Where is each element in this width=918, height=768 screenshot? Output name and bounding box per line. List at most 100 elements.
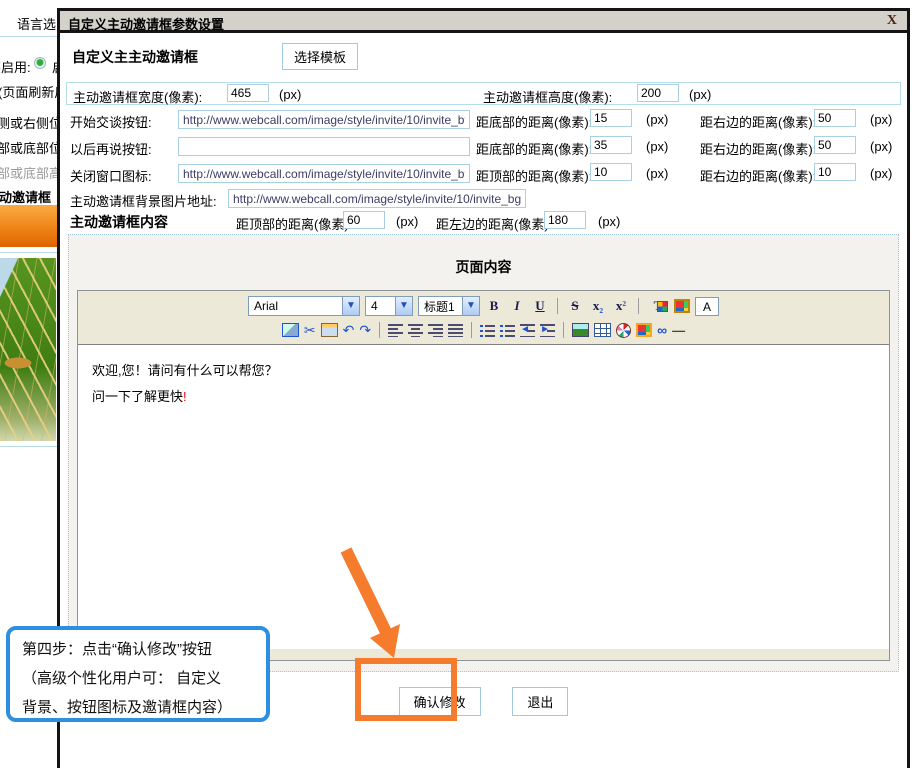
paragraph-style-select[interactable]: 标题1 ▼ [418,296,480,316]
cut-icon[interactable]: ✂ [304,322,316,339]
close-icon[interactable]: X [887,13,897,29]
bottom-distance-label: 距底部的距离(像素): [476,112,592,131]
right-distance-input[interactable] [814,163,856,181]
editor-line-2-exclamation: ! [183,389,187,404]
toolbar-separator [379,322,380,338]
numbered-list-icon[interactable] [480,324,495,337]
background-image-url-input[interactable] [228,189,526,208]
strikethrough-button[interactable]: S [566,298,584,314]
highlight-color-button[interactable] [674,299,690,313]
font-dialog-button[interactable]: A [695,297,719,316]
close-icon-url-input[interactable] [178,164,470,183]
chevron-down-icon: ▼ [462,297,479,315]
indent-icon[interactable] [540,324,555,337]
orange-banner [0,205,57,247]
superscript-button[interactable]: x2 [612,298,630,314]
width-label: 主动邀请框宽度(像素): [73,87,202,106]
width-input[interactable] [227,84,269,102]
subscript-button[interactable]: x2 [589,298,607,315]
font-family-value: Arial [254,299,278,313]
px-unit: (px) [870,166,892,181]
px-unit: (px) [646,139,668,154]
bold-button[interactable]: B [485,298,503,314]
later-button-url-input[interactable] [178,137,470,156]
redo-icon[interactable]: ↷ [359,322,371,339]
editor-content-area[interactable]: 欢迎,您！请问有什么可以帮您？ 问一下了解更快! [78,344,889,649]
insert-table-icon[interactable] [594,323,611,337]
divider [0,252,57,253]
enable-label-fragment: 不启用: [0,57,31,76]
font-size-select[interactable]: 4▼ [365,296,413,316]
undo-icon[interactable]: ↶ [343,322,355,339]
paragraph-style-value: 标题1 [424,298,455,315]
content-section-title: 主动邀请框内容 [70,212,168,232]
background-page-column: 语言选 不启用: 启 (页面刷新后 左侧或右侧位 顶部或底部位 顶部或底部高 主… [0,0,57,729]
insert-link-icon[interactable]: ∞ [657,322,667,338]
align-left-icon[interactable] [388,324,403,337]
step-instruction-callout: 第四步：点击“确认修改”按钮 （高级个性化用户可： 自定义 背景、按钮图标及邀请… [6,626,270,722]
font-family-select[interactable]: Arial ▼ [248,296,360,316]
content-settings-row: 主动邀请框内容 距顶部的距离(像素): (px) 距左边的距离(像素): (px… [66,210,906,234]
exit-button[interactable]: 退出 [512,687,568,716]
start-chat-url-input[interactable] [178,110,470,129]
radio-button-icon[interactable] [34,57,46,69]
bulleted-list-icon[interactable] [500,324,515,337]
align-right-icon[interactable] [428,324,443,337]
emoticon-icon[interactable] [616,323,631,338]
align-center-icon[interactable] [408,324,423,337]
content-left-distance-input[interactable] [544,211,586,229]
px-unit: (px) [646,112,668,127]
right-distance-label: 距右边的距离(像素): [700,139,816,158]
divider [0,446,57,447]
close-window-icon-label: 关闭窗口图标: [70,166,152,185]
top-distance-input[interactable] [590,163,632,181]
italic-button[interactable]: I [508,298,526,314]
height-label: 主动邀请框高度(像素): [483,87,612,106]
copy-icon[interactable] [282,323,299,337]
chevron-down-icon: ▼ [342,297,359,315]
dialog-titlebar[interactable]: 自定义主动邀请框参数设置 X [60,11,907,33]
editor-line-2-text: 问一下了解更快 [92,389,183,404]
content-top-distance-label: 距顶部的距离(像素): [236,214,352,233]
insert-flash-icon[interactable] [636,323,652,337]
paste-icon[interactable] [321,323,338,337]
bottom-distance-input[interactable] [590,136,632,154]
background-image-label: 主动邀请框背景图片地址: [70,191,217,210]
content-top-distance-input[interactable] [343,211,385,229]
chevron-down-icon: ▼ [395,297,412,315]
start-chat-label: 开始交谈按钮: [70,112,152,131]
later-button-row: 以后再说按钮: 距底部的距离(像素): (px) 距右边的距离(像素): (px… [66,135,906,162]
top-distance-label: 距顶部的距离(像素): [476,166,592,185]
callout-line-1: 第四步：点击“确认修改”按钮 [22,635,254,664]
confirm-modify-button[interactable]: 确认修改 [399,687,481,716]
font-size-value: 4 [371,299,378,313]
toolbar-separator [471,322,472,338]
lang-select-fragment: 语言选 [17,14,56,33]
px-unit: (px) [279,87,301,102]
toolbar-separator [638,298,639,314]
side-position-fragment: 左侧或右侧位 [0,113,57,132]
px-unit: (px) [396,214,418,229]
underline-button[interactable]: U [531,298,549,314]
outdent-icon[interactable] [520,324,535,337]
right-distance-label: 距右边的距离(像素): [700,112,816,131]
right-distance-input[interactable] [814,109,856,127]
align-justify-icon[interactable] [448,324,463,337]
right-distance-input[interactable] [814,136,856,154]
insert-image-icon[interactable] [572,323,589,337]
superscript-2: 2 [622,299,626,308]
rich-text-editor: Arial▼ 4▼ 标题1▼ B I U S x2 x2 T A [77,290,890,661]
choose-template-button[interactable]: 选择模板 [282,43,358,70]
height-input[interactable] [637,84,679,102]
bottom-distance-input[interactable] [590,109,632,127]
subscript-2: 2 [599,305,603,314]
refresh-note-fragment: (页面刷新后 [0,82,57,101]
px-unit: (px) [870,112,892,127]
callout-line-3: 背景、按钮图标及邀请框内容） [22,693,254,722]
bottom-distance-label: 距底部的距离(像素): [476,139,592,158]
text-color-button[interactable]: T [647,298,669,314]
horizontal-rule-icon[interactable]: — [672,323,685,338]
px-unit: (px) [689,87,711,102]
page-content-panel: 页面内容 Arial▼ 4▼ 标题1▼ B I U S x2 x2 [68,234,899,672]
later-button-label: 以后再说按钮: [70,139,152,158]
